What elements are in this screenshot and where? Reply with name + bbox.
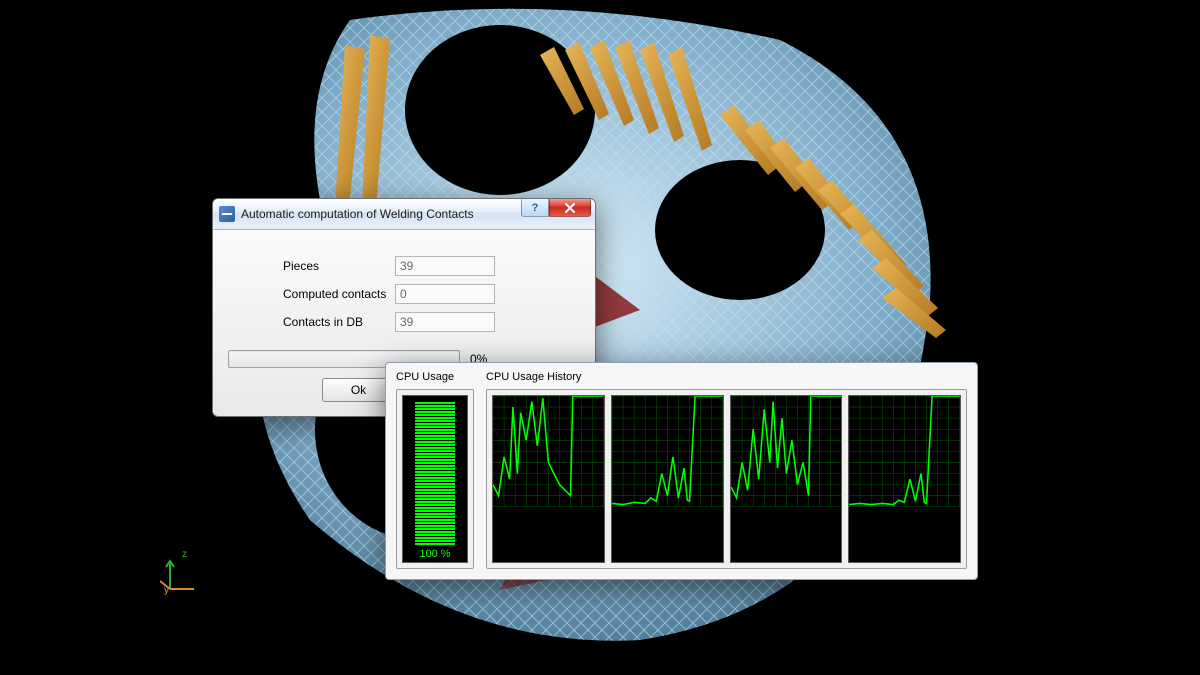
cpu-history-core0	[492, 395, 605, 563]
help-icon: ?	[532, 202, 539, 214]
axis-gizmo: z y	[160, 555, 200, 595]
app-icon	[219, 206, 235, 222]
cpu-usage-meter: 100 %	[402, 395, 468, 563]
axis-z-label: z	[182, 549, 187, 560]
pieces-field	[395, 256, 495, 276]
dialog-titlebar[interactable]: Automatic computation of Welding Contact…	[213, 199, 595, 230]
cpu-history-core2	[730, 395, 843, 563]
ok-button-label: Ok	[351, 383, 366, 397]
computed-contacts-field	[395, 284, 495, 304]
help-button[interactable]: ?	[521, 199, 549, 217]
axis-y-label: y	[164, 585, 169, 596]
pieces-label: Pieces	[283, 259, 395, 273]
contacts-in-db-label: Contacts in DB	[283, 315, 395, 329]
computed-contacts-label: Computed contacts	[283, 287, 395, 301]
cpu-history-core3	[848, 395, 961, 563]
cpu-usage-label: CPU Usage	[396, 371, 474, 385]
cpu-usage-percent: 100 %	[419, 548, 450, 560]
cpu-history-label: CPU Usage History	[486, 371, 967, 385]
cpu-usage-panel: CPU Usage 100 % CPU Usage History	[385, 362, 978, 580]
close-icon	[564, 203, 576, 213]
close-button[interactable]	[549, 199, 591, 217]
contacts-in-db-field	[395, 312, 495, 332]
cpu-history-core1	[611, 395, 724, 563]
